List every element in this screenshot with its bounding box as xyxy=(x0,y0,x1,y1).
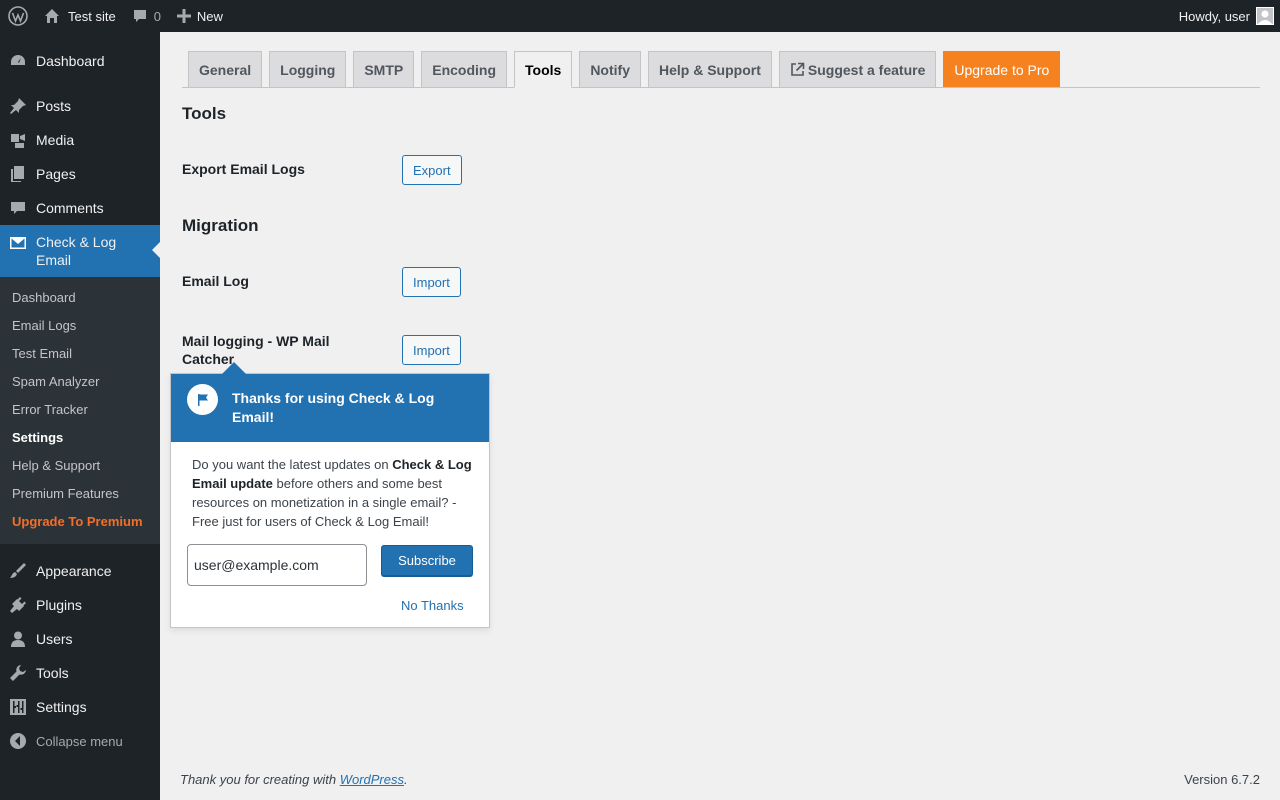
subscribe-button[interactable]: Subscribe xyxy=(381,545,473,576)
tab-tools[interactable]: Tools xyxy=(514,51,573,88)
new-content-link[interactable]: New xyxy=(169,0,231,32)
site-name-link[interactable]: Test site xyxy=(36,0,124,32)
submenu-test-email[interactable]: Test Email xyxy=(0,340,160,368)
site-name: Test site xyxy=(68,8,116,24)
envelope-icon xyxy=(8,233,28,253)
email-field[interactable] xyxy=(187,544,367,586)
footer-thanks: Thank you for creating with WordPress. xyxy=(180,772,408,787)
comment-bubble-icon xyxy=(133,10,146,22)
mail-catcher-label: Mail logging - WP Mail Catcher xyxy=(182,333,330,367)
sliders-icon xyxy=(8,697,28,717)
plug-icon xyxy=(8,595,28,615)
submenu-email-logs[interactable]: Email Logs xyxy=(0,312,160,340)
sidebar-item-pages[interactable]: Pages xyxy=(0,157,160,191)
export-email-logs-label: Export Email Logs xyxy=(182,161,305,177)
email-log-label: Email Log xyxy=(182,273,249,289)
collapse-menu-button[interactable]: Collapse menu xyxy=(0,724,160,758)
popup-message: Do you want the latest updates on Check … xyxy=(192,457,472,529)
import-email-log-button[interactable]: Import xyxy=(402,267,461,297)
sidebar-item-settings[interactable]: Settings xyxy=(0,690,160,724)
admin-sidebar: Dashboard Posts Media Pages Comments Che… xyxy=(0,32,160,800)
submenu-help-support[interactable]: Help & Support xyxy=(0,452,160,480)
sidebar-item-dashboard[interactable]: Dashboard xyxy=(0,44,160,78)
wordpress-link[interactable]: WordPress xyxy=(340,772,404,787)
footer-version: Version 6.7.2 xyxy=(1184,772,1260,787)
sidebar-item-media[interactable]: Media xyxy=(0,123,160,157)
comment-bubble-icon xyxy=(8,198,28,218)
admin-bar: Test site 0 New Howdy, user xyxy=(0,0,1280,32)
tab-smtp[interactable]: SMTP xyxy=(353,51,415,87)
tab-logging[interactable]: Logging xyxy=(269,51,347,87)
submenu-spam-analyzer[interactable]: Spam Analyzer xyxy=(0,368,160,396)
home-icon xyxy=(45,9,59,23)
check-log-email-submenu: Dashboard Email Logs Test Email Spam Ana… xyxy=(0,277,160,544)
submenu-error-tracker[interactable]: Error Tracker xyxy=(0,396,160,424)
external-link-icon xyxy=(791,62,805,76)
import-mail-catcher-button[interactable]: Import xyxy=(402,335,461,365)
tab-suggest-feature-label: Suggest a feature xyxy=(807,61,926,78)
tab-notify[interactable]: Notify xyxy=(579,51,641,87)
settings-tabs: General Logging SMTP Encoding Tools Noti… xyxy=(182,51,1260,88)
submenu-premium-features[interactable]: Premium Features xyxy=(0,480,160,508)
tools-heading: Tools xyxy=(182,104,227,123)
tab-general[interactable]: General xyxy=(188,51,263,87)
greeting: Howdy, user xyxy=(1178,8,1250,24)
sidebar-item-appearance[interactable]: Appearance xyxy=(0,554,160,588)
dashboard-gauge-icon xyxy=(8,51,28,71)
comments-count: 0 xyxy=(153,8,161,24)
sidebar-item-comments[interactable]: Comments xyxy=(0,191,160,225)
collapse-arrow-icon xyxy=(8,731,28,751)
avatar-icon xyxy=(1256,7,1274,25)
tab-encoding[interactable]: Encoding xyxy=(421,51,508,87)
user-icon xyxy=(8,629,28,649)
popup-header: Thanks for using Check & Log Email! xyxy=(171,374,489,442)
submenu-settings[interactable]: Settings xyxy=(0,424,160,452)
account-menu[interactable]: Howdy, user xyxy=(1171,0,1280,32)
export-button[interactable]: Export xyxy=(402,155,462,185)
media-camera-icon xyxy=(8,130,28,150)
flag-icon xyxy=(187,384,218,415)
pushpin-icon xyxy=(8,96,28,116)
migration-heading: Migration xyxy=(182,216,259,235)
sidebar-item-users[interactable]: Users xyxy=(0,622,160,656)
tab-suggest-feature[interactable]: Suggest a feature xyxy=(778,51,937,87)
paintbrush-icon xyxy=(8,561,28,581)
pages-icon xyxy=(8,164,28,184)
tab-upgrade-to-pro[interactable]: Upgrade to Pro xyxy=(943,51,1061,87)
wrench-icon xyxy=(8,663,28,683)
comments-link[interactable]: 0 xyxy=(124,0,169,32)
new-label: New xyxy=(196,8,223,24)
subscribe-popup: Thanks for using Check & Log Email! Do y… xyxy=(170,362,490,628)
tab-help-support[interactable]: Help & Support xyxy=(647,51,772,87)
sidebar-item-plugins[interactable]: Plugins xyxy=(0,588,160,622)
wordpress-logo-icon[interactable] xyxy=(0,0,36,32)
sidebar-item-posts[interactable]: Posts xyxy=(0,89,160,123)
plus-icon xyxy=(176,9,191,23)
no-thanks-link[interactable]: No Thanks xyxy=(401,598,464,613)
sidebar-item-tools[interactable]: Tools xyxy=(0,656,160,690)
submenu-dashboard[interactable]: Dashboard xyxy=(0,284,160,312)
submenu-upgrade-to-premium[interactable]: Upgrade To Premium xyxy=(0,508,160,536)
sidebar-item-check-log-email[interactable]: Check & Log Email xyxy=(0,225,160,277)
popup-title: Thanks for using Check & Log Email! xyxy=(232,390,435,425)
